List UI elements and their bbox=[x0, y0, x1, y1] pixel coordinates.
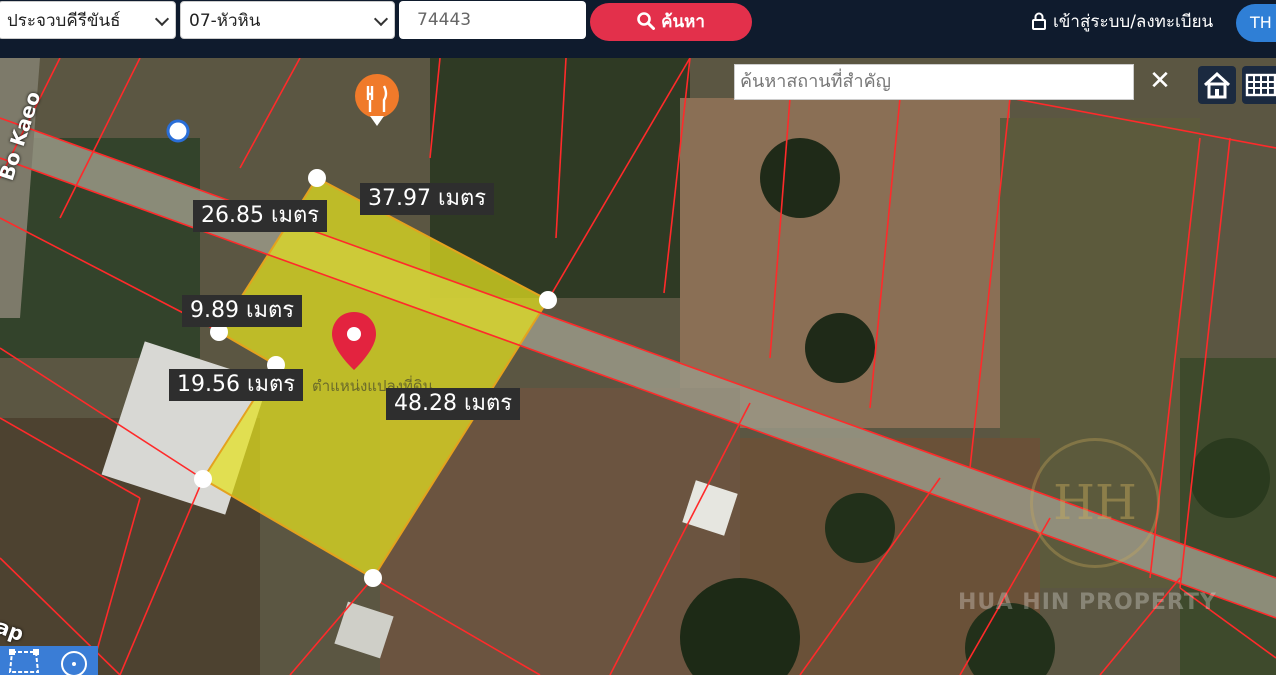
grid-button[interactable] bbox=[1242, 66, 1276, 104]
login-link[interactable]: เข้าสู่ระบบ/ลงทะเบียน bbox=[1031, 10, 1213, 34]
home-icon bbox=[1203, 71, 1231, 99]
my-location-marker bbox=[166, 119, 190, 143]
grid-icon bbox=[1245, 73, 1276, 97]
satellite-map bbox=[0, 58, 1276, 675]
district-value: 07-หัวหิน bbox=[189, 11, 261, 31]
measurement-label: 9.89 เมตร bbox=[182, 295, 303, 327]
home-button[interactable] bbox=[1198, 66, 1236, 104]
map-view[interactable]: Bo Kaeo ap ตำแหน่งแปลงที่ดิน 26.85 เมตร … bbox=[0, 58, 1276, 675]
circle-icon[interactable] bbox=[54, 646, 94, 675]
district-select[interactable]: 07-หัวหิน bbox=[180, 1, 395, 39]
language-button[interactable]: TH bbox=[1236, 4, 1276, 42]
measurement-label: 26.85 เมตร bbox=[193, 200, 328, 232]
measurement-label: 19.56 เมตร bbox=[169, 369, 304, 401]
search-button-label: ค้นหา bbox=[661, 12, 705, 32]
search-button[interactable]: ค้นหา bbox=[590, 3, 752, 41]
measurement-label: 37.97 เมตร bbox=[360, 183, 495, 215]
watermark: HUA HIN PROPERTY bbox=[958, 590, 1217, 615]
draw-toolbar bbox=[0, 646, 98, 675]
chevron-down-icon bbox=[154, 11, 170, 27]
lock-icon bbox=[1032, 12, 1046, 30]
province-select[interactable]: ประจวบคีรีขันธ์ bbox=[0, 1, 176, 39]
place-search-input[interactable]: ค้นหาสถานที่สำคัญ bbox=[734, 64, 1134, 100]
measurement-label: 48.28 เมตร bbox=[386, 388, 521, 420]
polygon-icon[interactable] bbox=[4, 646, 44, 675]
search-icon bbox=[637, 12, 656, 30]
province-value: ประจวบคีรีขันธ์ bbox=[7, 11, 121, 31]
watermark-logo: HH bbox=[1030, 438, 1160, 568]
parcel-number-input[interactable]: 74443 bbox=[399, 1, 586, 39]
clear-search-button[interactable]: ✕ bbox=[1142, 64, 1178, 100]
top-bar: ประจวบคีรีขันธ์ 07-หัวหิน 74443 ค้นหา เข… bbox=[0, 0, 1276, 58]
chevron-down-icon bbox=[373, 11, 389, 27]
login-label: เข้าสู่ระบบ/ลงทะเบียน bbox=[1053, 12, 1214, 32]
